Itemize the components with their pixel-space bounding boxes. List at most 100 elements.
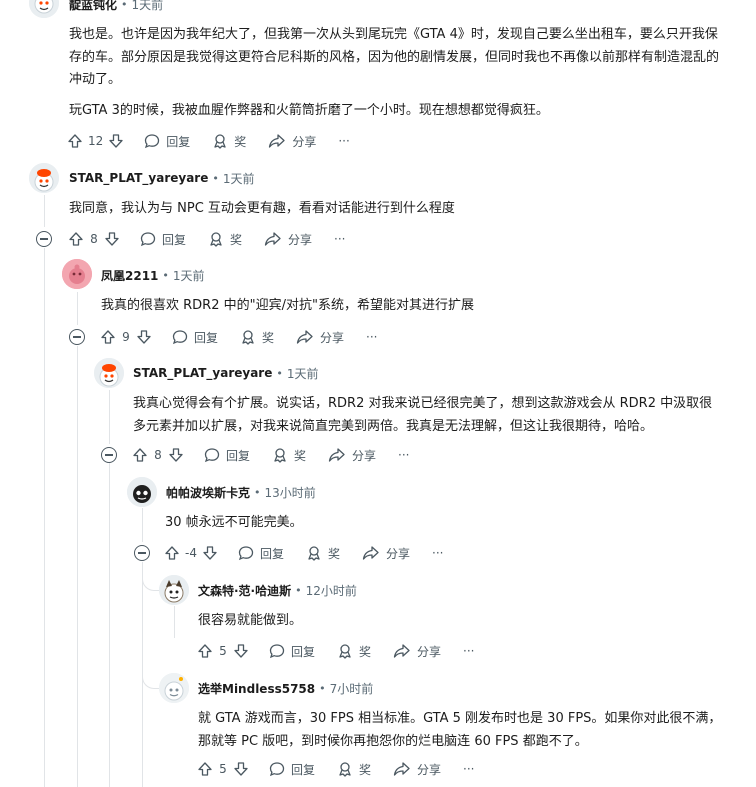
username-link[interactable]: 靛蓝钝化 [69,0,117,13]
collapse-thread-button[interactable] [36,231,52,247]
reply-button[interactable]: 回复 [144,133,190,150]
reply-button[interactable]: 回复 [269,761,315,778]
upvote-button[interactable] [68,231,84,247]
award-icon [337,643,353,659]
avatar[interactable] [127,477,157,507]
timestamp[interactable]: 13小时前 [265,484,316,501]
downvote-button[interactable] [104,231,120,247]
more-icon: ··· [334,232,346,246]
share-button[interactable]: 分享 [268,133,316,150]
award-button[interactable]: 奖 [212,133,246,150]
share-button[interactable]: 分享 [362,545,410,562]
avatar[interactable] [62,259,92,289]
username-link[interactable]: 选举Mindless5758 [198,680,315,697]
upvote-button[interactable] [197,643,213,659]
share-icon [296,329,314,345]
separator-dot: • [276,366,283,380]
downvote-button[interactable] [168,447,184,463]
reply-button[interactable]: 回复 [140,231,186,248]
minus-icon [73,336,81,338]
award-button[interactable]: 奖 [337,643,371,660]
share-label: 分享 [288,232,313,247]
comment-actions: 5 回复 奖 分享 ··· [197,639,475,663]
award-button[interactable]: 奖 [337,761,371,778]
upvote-button[interactable] [197,761,213,777]
collapse-thread-button[interactable] [69,329,85,345]
reply-button[interactable]: 回复 [204,447,250,464]
share-label: 分享 [386,546,411,561]
more-options-button[interactable]: ··· [463,762,474,776]
username-link[interactable]: 帕帕波埃斯卡克 [166,484,250,501]
reply-button[interactable]: 回复 [172,329,218,346]
downvote-button[interactable] [108,133,124,149]
upvote-button[interactable] [100,329,116,345]
comment-body: 很容易就能做到。 [198,613,303,628]
downvote-button[interactable] [136,329,152,345]
upvote-button[interactable] [132,447,148,463]
username-link[interactable]: 凤凰2211 [101,267,158,284]
timestamp[interactable]: 7小时前 [330,680,374,697]
more-options-button[interactable]: ··· [334,232,345,246]
avatar[interactable] [159,673,189,703]
collapse-thread-button[interactable] [134,545,150,561]
timestamp[interactable]: 1天前 [223,170,255,187]
separator-dot: • [121,0,128,11]
award-icon [208,231,224,247]
award-button[interactable]: 奖 [306,545,340,562]
upvote-button[interactable] [67,133,83,149]
comment-actions: 8 回复 奖 分享 ··· [132,443,410,467]
collapse-thread-button[interactable] [101,447,117,463]
reply-label: 回复 [291,644,316,659]
award-button[interactable]: 奖 [208,231,242,248]
speech-bubble-icon [238,545,254,561]
thread-line [109,463,110,787]
award-button[interactable]: 奖 [240,329,274,346]
downvote-button[interactable] [233,643,249,659]
downvote-button[interactable] [233,761,249,777]
username-link[interactable]: STAR_PLAT_yareyare [133,366,272,380]
avatar[interactable] [29,163,59,193]
arrow-down-icon [136,329,152,345]
downvote-button[interactable] [202,545,218,561]
upvote-button[interactable] [164,545,180,561]
more-options-button[interactable]: ··· [463,644,474,658]
vote-count: 12 [88,134,104,148]
arrow-up-icon [67,133,83,149]
share-button[interactable]: 分享 [328,447,376,464]
minus-icon [138,552,146,554]
more-options-button[interactable]: ··· [338,134,349,148]
more-icon: ··· [366,330,378,344]
separator-dot: • [162,268,169,282]
username-link[interactable]: STAR_PLAT_yareyare [69,171,208,185]
timestamp[interactable]: 1天前 [132,0,164,13]
reply-button[interactable]: 回复 [238,545,284,562]
more-options-button[interactable]: ··· [432,546,443,560]
avatar[interactable] [159,575,189,605]
vote-count: -4 [185,546,197,560]
timestamp[interactable]: 12小时前 [306,582,357,599]
reply-label: 回复 [226,448,251,463]
award-label: 奖 [327,546,340,561]
avatar[interactable] [94,358,124,388]
award-button[interactable]: 奖 [272,447,306,464]
share-icon [268,133,286,149]
arrow-down-icon [108,133,124,149]
username-link[interactable]: 文森特·范·哈迪斯 [198,582,291,599]
minus-icon [105,454,113,456]
share-button[interactable]: 分享 [296,329,344,346]
avatar[interactable] [29,0,59,18]
reply-label: 回复 [291,762,316,777]
thread-line [109,390,110,444]
arrow-up-icon [132,447,148,463]
timestamp[interactable]: 1天前 [173,267,205,284]
share-button[interactable]: 分享 [393,761,441,778]
thread-connector [142,600,159,689]
speech-bubble-icon [204,447,220,463]
reply-button[interactable]: 回复 [269,643,315,660]
separator-dot: • [295,583,302,597]
more-options-button[interactable]: ··· [398,448,409,462]
more-options-button[interactable]: ··· [366,330,377,344]
share-button[interactable]: 分享 [393,643,441,660]
timestamp[interactable]: 1天前 [287,365,319,382]
share-button[interactable]: 分享 [264,231,312,248]
